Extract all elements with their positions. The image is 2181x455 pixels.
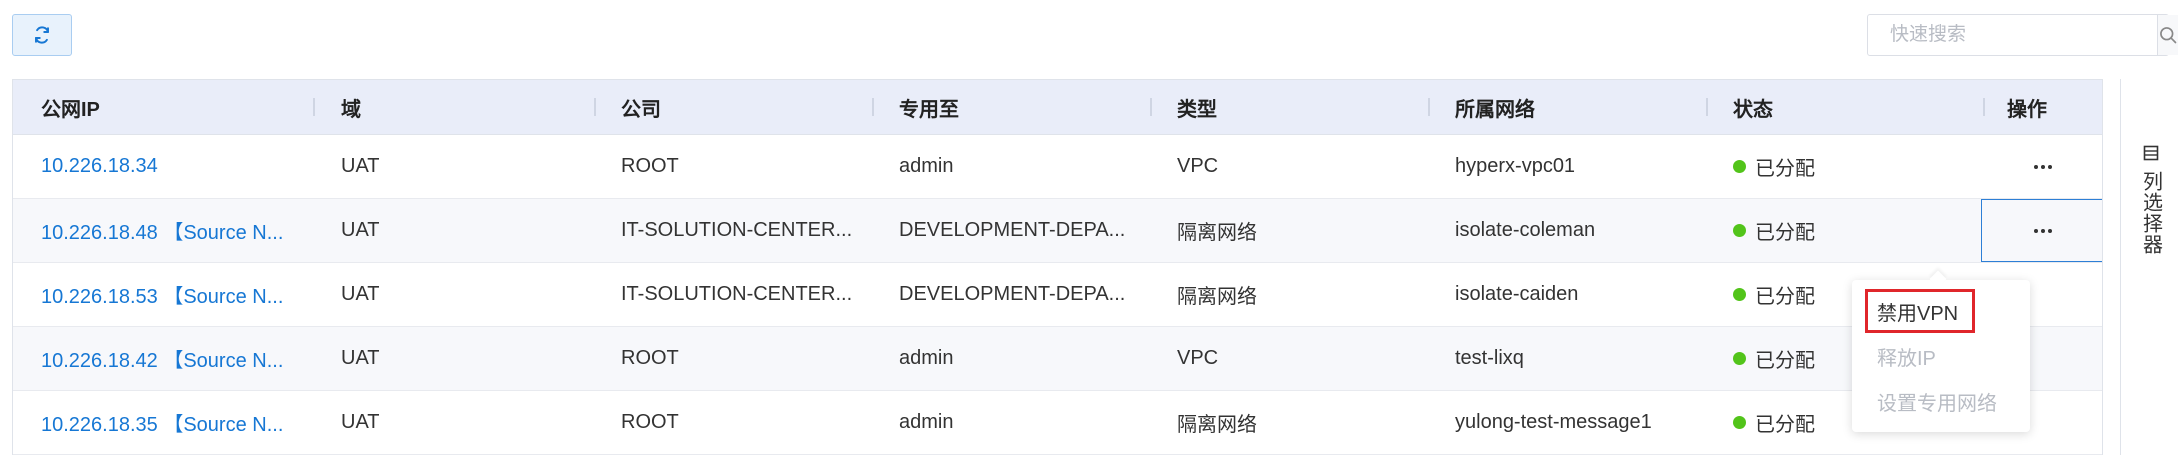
domain-cell: UAT bbox=[341, 155, 380, 177]
ip-link[interactable]: 10.226.18.35 【Source N... bbox=[41, 391, 283, 454]
network-cell: isolate-coleman bbox=[1455, 219, 1596, 241]
search-button[interactable] bbox=[2157, 15, 2178, 55]
more-actions-button[interactable] bbox=[1981, 199, 2102, 262]
table-row: 10.226.18.34 UAT ROOT admin VPC hyperx-v… bbox=[13, 135, 2102, 199]
company-cell: ROOT bbox=[621, 347, 679, 369]
status-label: 已分配 bbox=[1755, 222, 1815, 244]
more-icon bbox=[2034, 228, 2052, 233]
type-cell: VPC bbox=[1177, 347, 1219, 369]
refresh-icon bbox=[35, 26, 49, 44]
menu-item-set-dedicated-network[interactable]: 设置专用网络 bbox=[1877, 387, 1997, 416]
dedicated-cell: admin bbox=[899, 347, 954, 369]
table-row: 10.226.18.35 【Source N... UAT ROOT admin… bbox=[13, 391, 2102, 455]
table-row: 10.226.18.48 【Source N... UAT IT-SOLUTIO… bbox=[13, 199, 2102, 263]
column-resizer[interactable] bbox=[1428, 98, 1430, 116]
status-dot-icon bbox=[1733, 352, 1746, 365]
status-dot-icon bbox=[1733, 288, 1746, 301]
dedicated-cell: DEVELOPMENT-DEPA... bbox=[899, 283, 1126, 305]
table-row: 10.226.18.42 【Source N... UAT ROOT admin… bbox=[13, 327, 2102, 391]
domain-cell: UAT bbox=[341, 283, 380, 305]
status-cell: 已分配 bbox=[1733, 327, 1815, 390]
dedicated-cell: admin bbox=[899, 411, 954, 433]
column-resizer[interactable] bbox=[1983, 98, 1985, 116]
status-label: 已分配 bbox=[1755, 286, 1815, 308]
header-network[interactable]: 所属网络 bbox=[1455, 80, 1535, 134]
refresh-button[interactable] bbox=[12, 14, 72, 56]
more-actions-button[interactable] bbox=[1981, 135, 2102, 198]
header-public-ip[interactable]: 公网IP bbox=[41, 80, 100, 134]
column-chooser-button[interactable]: 列选择器 bbox=[2120, 79, 2181, 455]
columns-icon bbox=[2143, 145, 2159, 161]
table-header: 公网IP 域 公司 专用至 类型 所属网络 状态 操作 bbox=[13, 80, 2102, 135]
network-cell: isolate-caiden bbox=[1455, 283, 1579, 305]
header-domain[interactable]: 域 bbox=[341, 80, 361, 134]
company-cell: IT-SOLUTION-CENTER... bbox=[621, 283, 853, 305]
domain-cell: UAT bbox=[341, 411, 380, 433]
header-company[interactable]: 公司 bbox=[621, 80, 661, 134]
ip-link[interactable]: 10.226.18.42 【Source N... bbox=[41, 327, 283, 390]
actions-dropdown-menu: 禁用VPN 释放IP 设置专用网络 bbox=[1852, 280, 2030, 432]
status-dot-icon bbox=[1733, 224, 1746, 237]
company-cell: ROOT bbox=[621, 155, 679, 177]
network-cell: yulong-test-message1 bbox=[1455, 411, 1652, 433]
company-cell: IT-SOLUTION-CENTER... bbox=[621, 219, 853, 241]
header-actions: 操作 bbox=[2007, 98, 2047, 121]
status-dot-icon bbox=[1733, 416, 1746, 429]
status-label: 已分配 bbox=[1755, 350, 1815, 372]
status-dot-icon bbox=[1733, 160, 1746, 173]
type-cell: 隔离网络 bbox=[1177, 286, 1257, 308]
header-type[interactable]: 类型 bbox=[1177, 80, 1217, 134]
column-resizer[interactable] bbox=[872, 98, 874, 116]
column-resizer[interactable] bbox=[313, 98, 315, 116]
search-box bbox=[1867, 14, 2178, 56]
status-cell: 已分配 bbox=[1733, 391, 1815, 454]
status-cell: 已分配 bbox=[1733, 135, 1815, 198]
company-cell: ROOT bbox=[621, 411, 679, 433]
column-resizer[interactable] bbox=[594, 98, 596, 116]
header-dedicated-to[interactable]: 专用至 bbox=[899, 80, 959, 134]
ip-link[interactable]: 10.226.18.34 bbox=[41, 135, 158, 198]
column-resizer[interactable] bbox=[1706, 98, 1708, 116]
status-label: 已分配 bbox=[1755, 158, 1815, 180]
dedicated-cell: admin bbox=[899, 155, 954, 177]
search-icon bbox=[2160, 27, 2177, 44]
type-cell: 隔离网络 bbox=[1177, 222, 1257, 244]
table-row: 10.226.18.53 【Source N... UAT IT-SOLUTIO… bbox=[13, 263, 2102, 327]
network-cell: test-lixq bbox=[1455, 347, 1524, 369]
more-icon bbox=[2034, 164, 2052, 169]
menu-item-release-ip[interactable]: 释放IP bbox=[1877, 342, 1936, 371]
dedicated-cell: DEVELOPMENT-DEPA... bbox=[899, 219, 1126, 241]
domain-cell: UAT bbox=[341, 347, 380, 369]
column-chooser-label: 列选择器 bbox=[2139, 171, 2162, 255]
column-resizer[interactable] bbox=[1150, 98, 1152, 116]
status-label: 已分配 bbox=[1755, 414, 1815, 436]
search-input[interactable] bbox=[1868, 15, 2157, 55]
header-status[interactable]: 状态 bbox=[1733, 80, 1773, 134]
menu-item-disable-vpn[interactable]: 禁用VPN bbox=[1877, 297, 1958, 326]
ip-link[interactable]: 10.226.18.48 【Source N... bbox=[41, 199, 283, 262]
scrollbar-track[interactable] bbox=[2103, 79, 2120, 455]
ip-link[interactable]: 10.226.18.53 【Source N... bbox=[41, 263, 283, 326]
network-cell: hyperx-vpc01 bbox=[1455, 155, 1576, 177]
type-cell: 隔离网络 bbox=[1177, 414, 1257, 436]
domain-cell: UAT bbox=[341, 219, 380, 241]
ip-table: 公网IP 域 公司 专用至 类型 所属网络 状态 操作 10.226.18.34… bbox=[12, 79, 2103, 455]
status-cell: 已分配 bbox=[1733, 263, 1815, 326]
type-cell: VPC bbox=[1177, 155, 1219, 177]
status-cell: 已分配 bbox=[1733, 199, 1815, 262]
